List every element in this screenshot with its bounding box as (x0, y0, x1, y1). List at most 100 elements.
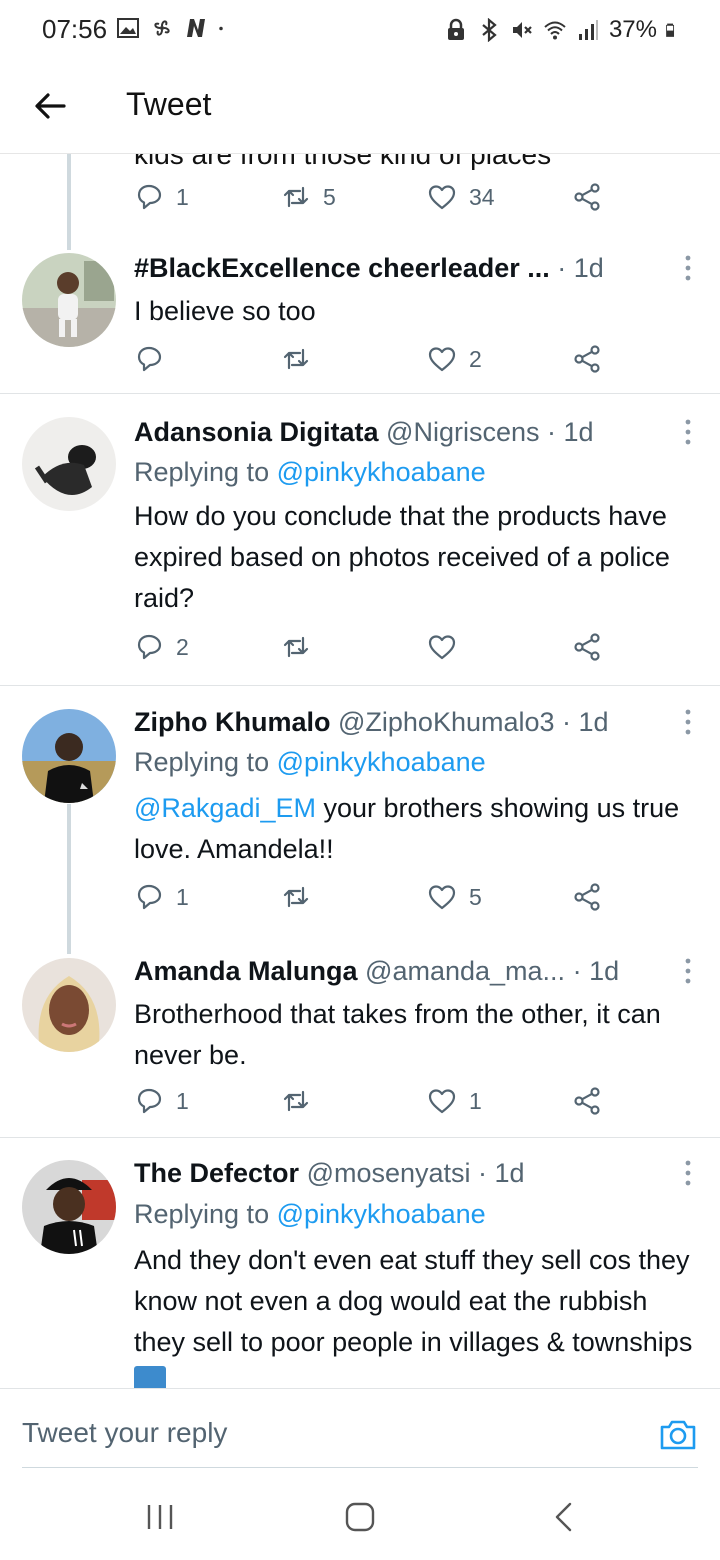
tweet-header: The Defector @mosenyatsi · 1d (134, 1158, 660, 1189)
reply-icon (137, 634, 162, 660)
share-icon (574, 633, 600, 661)
replying-to-label: Replying to (134, 457, 270, 487)
replying-to-mention[interactable]: @pinkykhoabane (277, 457, 486, 487)
avatar[interactable] (22, 253, 116, 347)
more-options-icon[interactable] (684, 419, 692, 445)
timestamp: · 1d (557, 253, 604, 283)
status-bar: 07:56 37% (0, 0, 720, 58)
replying-to-mention[interactable]: @pinkykhoabane (277, 1199, 486, 1229)
share-button[interactable] (572, 882, 602, 912)
retweet-icon (283, 348, 309, 370)
top-app-bar: Tweet (0, 58, 720, 154)
user-handle[interactable]: @amanda_ma... (365, 956, 565, 986)
reply-button[interactable]: 1 (134, 1086, 189, 1116)
tweet-body: How do you conclude that the products ha… (134, 501, 670, 613)
share-button[interactable] (572, 344, 602, 374)
tweet-header: Adansonia Digitata @Nigriscens · 1d (134, 417, 660, 448)
reply-button[interactable]: 1 (134, 882, 189, 912)
back-arrow-icon[interactable] (32, 88, 68, 124)
replying-to-mention[interactable]: @pinkykhoabane (277, 747, 486, 777)
replying-to-label: Replying to (134, 747, 270, 777)
replying-to-label: Replying to (134, 1199, 270, 1229)
tweet-item[interactable]: Adansonia Digitata @Nigriscens · 1d Repl… (0, 394, 720, 686)
display-name[interactable]: Amanda Malunga (134, 956, 358, 986)
share-button[interactable] (572, 182, 602, 212)
replying-to: Replying to @pinkykhoabane (134, 747, 486, 778)
reply-button[interactable] (134, 344, 176, 374)
tweet-item[interactable]: The Defector @mosenyatsi · 1d Replying t… (0, 1138, 720, 1388)
like-button[interactable]: 34 (427, 182, 495, 212)
status-time: 07:56 (42, 14, 108, 44)
avatar-image (22, 417, 116, 511)
reply-button[interactable]: 2 (134, 632, 189, 662)
more-options-icon[interactable] (684, 255, 692, 281)
display-name[interactable]: Adansonia Digitata (134, 417, 379, 447)
avatar-image (22, 1160, 116, 1254)
tweet-text: Brotherhood that takes from the other, i… (134, 994, 694, 1076)
user-handle[interactable]: @mosenyatsi (307, 1158, 471, 1188)
reply-count: 1 (176, 1087, 189, 1114)
reply-feed[interactable]: kids are from those kind of places 1 5 3… (0, 154, 720, 1388)
like-count: 5 (469, 883, 482, 910)
display-name[interactable]: Zipho Khumalo (134, 707, 330, 737)
home-icon[interactable] (344, 1502, 376, 1532)
more-options-icon[interactable] (684, 1160, 692, 1186)
avatar[interactable] (22, 958, 116, 1052)
mute-icon (512, 22, 532, 38)
user-handle[interactable]: @Nigriscens (386, 417, 539, 447)
reply-count: 2 (176, 633, 189, 660)
tweet-body: I believe so too (134, 296, 316, 326)
heart-icon (428, 347, 456, 372)
tweet-item[interactable]: Amanda Malunga @amanda_ma... · 1d Brothe… (0, 936, 720, 1138)
tweet-text: @Rakgadi_EM your brothers showing us tru… (134, 788, 694, 870)
gallery-icon (117, 18, 139, 38)
heart-icon (428, 1089, 456, 1114)
tweet-actions: 2 (134, 632, 614, 668)
like-button[interactable]: 5 (427, 882, 482, 912)
retweet-button[interactable] (281, 344, 323, 374)
heart-icon (428, 635, 456, 660)
tweet-item[interactable]: Zipho Khumalo @ZiphoKhumalo3 · 1d Replyi… (0, 686, 720, 936)
share-button[interactable] (572, 1086, 602, 1116)
reply-count: 1 (176, 183, 189, 210)
retweet-button[interactable] (281, 1086, 323, 1116)
like-count: 2 (469, 345, 482, 372)
reply-composer[interactable]: Tweet your reply (0, 1388, 720, 1468)
like-button[interactable]: 2 (427, 344, 482, 374)
body-mention[interactable]: @Rakgadi_EM (134, 793, 316, 823)
share-button[interactable] (572, 632, 602, 662)
like-button[interactable]: 1 (427, 1086, 482, 1116)
like-button[interactable] (427, 632, 469, 662)
more-options-icon[interactable] (684, 709, 692, 735)
heart-icon (428, 885, 456, 910)
clipped-tweet-text: kids are from those kind of places (134, 154, 552, 170)
reply-input[interactable]: Tweet your reply (22, 1417, 227, 1449)
retweet-button[interactable] (281, 632, 323, 662)
share-icon (574, 1087, 600, 1115)
family-emoji-icon (134, 1366, 166, 1388)
retweet-icon (283, 886, 309, 908)
avatar[interactable] (22, 417, 116, 511)
tweet-header: #BlackExcellence cheerleader ... · 1d (134, 253, 660, 284)
retweet-button[interactable]: 5 (281, 182, 336, 212)
display-name[interactable]: #BlackExcellence cheerleader ... (134, 253, 550, 283)
avatar[interactable] (22, 709, 116, 803)
reply-button[interactable]: 1 (134, 182, 189, 212)
recent-apps-icon[interactable] (144, 1502, 176, 1532)
avatar[interactable] (22, 1160, 116, 1254)
tweet-header: Amanda Malunga @amanda_ma... · 1d (134, 956, 660, 987)
camera-icon[interactable] (658, 1415, 698, 1453)
system-nav-bar (0, 1468, 720, 1560)
tweet-actions: 1 5 34 (134, 182, 614, 218)
avatar-image (22, 958, 116, 1052)
tweet-item[interactable]: #BlackExcellence cheerleader ... · 1d I … (0, 230, 720, 394)
user-handle[interactable]: @ZiphoKhumalo3 (338, 707, 555, 737)
display-name[interactable]: The Defector (134, 1158, 299, 1188)
share-icon (574, 345, 600, 373)
retweet-button[interactable] (281, 882, 323, 912)
back-nav-icon[interactable] (548, 1502, 580, 1532)
reply-count: 1 (176, 883, 189, 910)
tweet-header: Zipho Khumalo @ZiphoKhumalo3 · 1d (134, 707, 660, 738)
more-options-icon[interactable] (684, 958, 692, 984)
reply-icon (137, 1088, 162, 1114)
